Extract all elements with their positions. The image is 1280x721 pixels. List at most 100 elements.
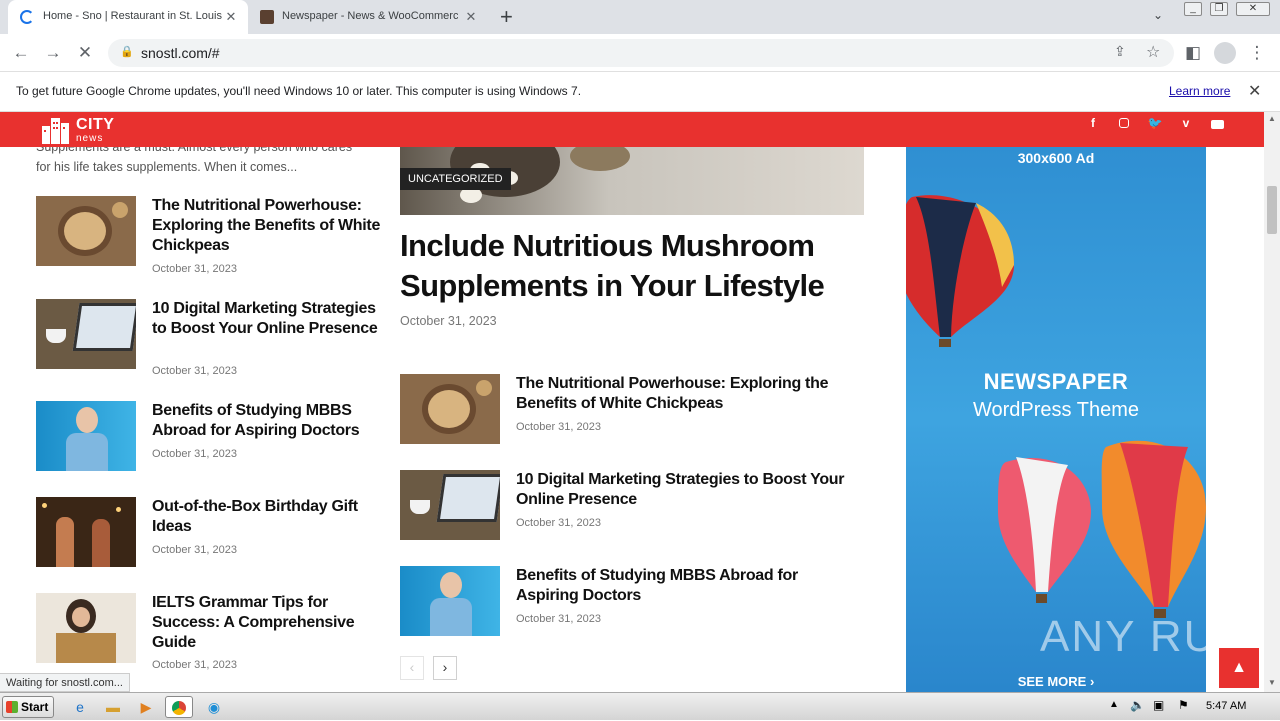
lock-icon: 🔒 — [120, 46, 134, 58]
article-date: October 31, 2023 — [152, 659, 238, 671]
loading-spinner-icon — [20, 10, 34, 24]
stop-loading-icon[interactable]: ✕ — [74, 42, 96, 64]
tab-favicon-icon — [260, 10, 274, 24]
article-title[interactable]: 10 Digital Marketing Strategies to Boost… — [152, 299, 384, 339]
left-article-3[interactable]: Benefits of Studying MBBS Abroad for Asp… — [36, 401, 381, 481]
main-article-2[interactable]: 10 Digital Marketing Strategies to Boost… — [400, 470, 864, 540]
doctor-thumbnail[interactable] — [36, 401, 136, 471]
new-tab-button[interactable]: + — [500, 4, 513, 30]
tab-close-icon[interactable]: ✕ — [224, 10, 238, 24]
tray-volume-icon[interactable]: 🔈 — [1130, 698, 1145, 712]
profile-avatar-icon[interactable] — [1214, 42, 1236, 64]
share-icon[interactable]: ⇪ — [1114, 43, 1126, 60]
vimeo-icon[interactable]: v — [1178, 116, 1194, 130]
city-logo-icon[interactable] — [40, 114, 72, 146]
facebook-icon[interactable]: f — [1085, 116, 1101, 130]
article-title[interactable]: Benefits of Studying MBBS Abroad for Asp… — [516, 566, 856, 606]
left-article-5[interactable]: IELTS Grammar Tips for Success: A Compre… — [36, 593, 381, 673]
tab-strip: Home - Sno | Restaurant in St. Louis ✕ N… — [0, 0, 1280, 34]
article-date: October 31, 2023 — [152, 365, 238, 377]
tab-title: Home - Sno | Restaurant in St. Louis — [43, 10, 222, 22]
tray-network-icon[interactable]: ▣ — [1153, 698, 1164, 712]
article-title[interactable]: IELTS Grammar Tips for Success: A Compre… — [152, 593, 384, 653]
scroll-down-icon[interactable]: ▼ — [1268, 678, 1276, 687]
laptop-thumbnail[interactable] — [400, 470, 500, 540]
article-date: October 31, 2023 — [516, 613, 602, 625]
file-explorer-icon[interactable]: ▬ — [99, 696, 127, 718]
status-bar: Waiting for snostl.com... — [0, 673, 130, 692]
twitter-icon[interactable]: 🐦 — [1147, 116, 1163, 130]
laptop-thumbnail[interactable] — [36, 299, 136, 369]
article-title[interactable]: Benefits of Studying MBBS Abroad for Asp… — [152, 401, 384, 441]
instagram-icon[interactable] — [1116, 117, 1132, 131]
tray-expand-icon[interactable]: ▲ — [1109, 699, 1119, 710]
media-player-icon[interactable]: ▶ — [132, 696, 160, 718]
tab-title: Newspaper - News & WooCommerce — [282, 10, 458, 22]
chickpeas-thumbnail[interactable] — [36, 196, 136, 266]
article-title[interactable]: The Nutritional Powerhouse: Exploring th… — [516, 374, 856, 414]
tray-flag-icon[interactable]: ⚑ — [1178, 698, 1189, 712]
url-text[interactable]: snostl.com/# — [141, 45, 220, 61]
chrome-taskbar-icon[interactable] — [165, 696, 193, 718]
address-bar[interactable]: 🔒 snostl.com/# ⇪ ☆ — [108, 39, 1174, 67]
info-bar-message: To get future Google Chrome updates, you… — [16, 84, 582, 98]
article-title[interactable]: The Nutritional Powerhouse: Exploring th… — [152, 196, 384, 256]
window-close-button[interactable]: ✕ — [1236, 2, 1270, 16]
taskbar-clock[interactable]: 5:47 AM — [1206, 700, 1246, 712]
category-badge[interactable]: UNCATEGORIZED — [400, 168, 511, 190]
article-date: October 31, 2023 — [516, 517, 602, 529]
main-article-1[interactable]: The Nutritional Powerhouse: Exploring th… — [400, 374, 864, 444]
minimize-button[interactable]: _ — [1184, 2, 1202, 16]
main-article-3[interactable]: Benefits of Studying MBBS Abroad for Asp… — [400, 566, 864, 636]
birthday-gift-thumbnail[interactable] — [36, 497, 136, 567]
site-logo[interactable]: CITY news — [76, 117, 114, 146]
chickpeas-thumbnail[interactable] — [400, 374, 500, 444]
scrollbar-thumb[interactable] — [1267, 186, 1277, 234]
tab-home-sno[interactable]: Home - Sno | Restaurant in St. Louis ✕ — [8, 0, 248, 34]
intro-excerpt: Supplements are a must. Almost every per… — [36, 147, 353, 174]
ad-see-more-link[interactable]: SEE MORE › — [906, 674, 1206, 689]
bookmark-star-icon[interactable]: ☆ — [1146, 42, 1160, 62]
logo-word-news: news — [76, 133, 104, 144]
browser-toolbar: ← → ✕ 🔒 snostl.com/# ⇪ ☆ ◧ ⋮ — [0, 34, 1280, 72]
info-bar-close-icon[interactable]: ✕ — [1248, 81, 1261, 101]
scroll-up-icon[interactable]: ▲ — [1268, 114, 1276, 123]
ad-brand: NEWSPAPER — [983, 369, 1129, 394]
article-title[interactable]: 10 Digital Marketing Strategies to Boost… — [516, 470, 856, 510]
featured-article-title[interactable]: Include Nutritious Mushroom Supplements … — [400, 226, 860, 306]
menu-dots-icon[interactable]: ⋮ — [1246, 42, 1268, 64]
ad-subtitle: WordPress Theme — [973, 399, 1139, 421]
youtube-icon[interactable] — [1209, 118, 1225, 132]
learn-more-link[interactable]: Learn more — [1169, 84, 1230, 98]
article-title[interactable]: Out-of-the-Box Birthday Gift Ideas — [152, 497, 384, 537]
doctor-thumbnail[interactable] — [400, 566, 500, 636]
update-info-bar: To get future Google Chrome updates, you… — [0, 72, 1280, 112]
page-content: Supplements are a must. Almost every per… — [0, 147, 1264, 692]
edge-icon[interactable]: ◉ — [200, 696, 228, 718]
article-date: October 31, 2023 — [516, 421, 602, 433]
left-article-4[interactable]: Out-of-the-Box Birthday Gift Ideas Octob… — [36, 497, 381, 577]
article-date: October 31, 2023 — [152, 263, 238, 275]
tab-close-icon[interactable]: ✕ — [464, 10, 478, 24]
prev-page-button[interactable]: ‹ — [400, 656, 424, 680]
back-to-top-button[interactable]: ▲ — [1219, 648, 1259, 688]
site-header: CITY news f 🐦 v — [0, 112, 1264, 147]
next-page-button[interactable]: › — [433, 656, 457, 680]
left-article-1[interactable]: The Nutritional Powerhouse: Exploring th… — [36, 196, 381, 276]
start-label: Start — [21, 700, 49, 714]
tab-search-chevron-icon[interactable]: ⌄ — [1153, 8, 1163, 22]
windows-logo-icon — [6, 701, 18, 713]
left-article-2[interactable]: 10 Digital Marketing Strategies to Boost… — [36, 299, 381, 379]
forward-arrow-icon[interactable]: → — [42, 42, 64, 64]
start-button[interactable]: Start — [2, 696, 54, 718]
sidebar-ad[interactable]: 300x600 Ad NEWSPAPER WordPress Theme SEE… — [906, 147, 1206, 692]
windows-taskbar: Start e ▬ ▶ ◉ ▲ 🔈 ▣ ⚑ 5:47 AM — [0, 692, 1280, 720]
internet-explorer-icon[interactable]: e — [66, 696, 94, 718]
side-panel-icon[interactable]: ◧ — [1182, 42, 1204, 64]
page-scrollbar[interactable]: ▲ ▼ — [1264, 112, 1280, 692]
tab-newspaper[interactable]: Newspaper - News & WooCommerce ✕ — [250, 0, 488, 34]
featured-article-date: October 31, 2023 — [400, 314, 497, 328]
back-arrow-icon[interactable]: ← — [10, 42, 32, 64]
ielts-student-thumbnail[interactable] — [36, 593, 136, 663]
restore-button[interactable]: ❐ — [1210, 2, 1228, 16]
